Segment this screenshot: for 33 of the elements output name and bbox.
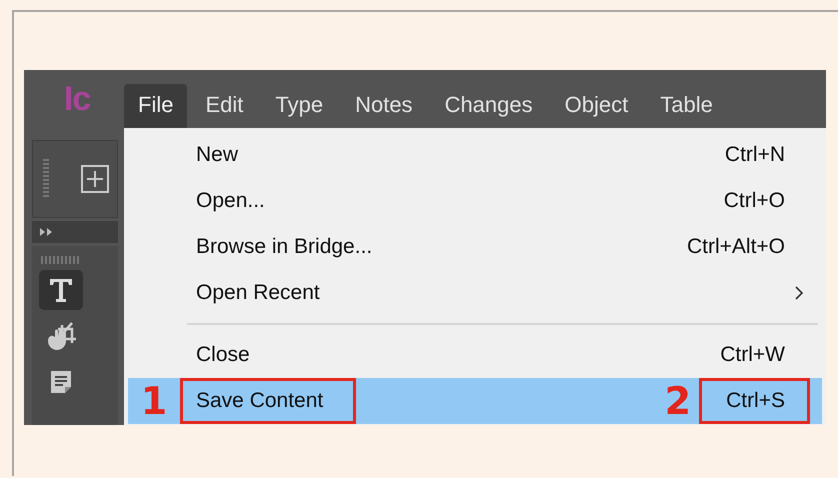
chevron-right-icon — [795, 286, 804, 300]
menu-bar-item[interactable]: Object — [550, 84, 642, 128]
menu-item-label: Open... — [196, 189, 265, 212]
menu-item-label: Save Content — [196, 389, 324, 413]
menu-item-label: Open Recent — [196, 281, 320, 304]
menu-bar-item[interactable]: Table — [646, 84, 727, 128]
shortcut-text: Ctrl+W — [720, 343, 785, 366]
callout-number: 1 — [140, 379, 168, 423]
callout-number: 2 — [664, 379, 692, 423]
menu-bar-item[interactable]: Changes — [430, 84, 547, 128]
menu-bar-item[interactable]: File — [124, 84, 188, 128]
shortcut-text: Ctrl+S — [726, 389, 785, 413]
shortcut-text: Ctrl+N — [724, 143, 785, 166]
menu-item[interactable]: Browse in Bridge... Ctrl+Alt+O — [128, 224, 822, 270]
grip-icon — [41, 256, 81, 264]
menu-item[interactable]: Open... Ctrl+O — [128, 178, 822, 224]
text-tool-icon[interactable] — [39, 270, 83, 310]
menu-item[interactable]: New Ctrl+N — [128, 132, 822, 178]
shortcut-text: Ctrl+O — [724, 189, 785, 212]
menu-item-label: New — [196, 143, 238, 166]
menu-bar-item[interactable]: Notes — [341, 84, 427, 128]
menu-bar-item[interactable]: Edit — [191, 84, 258, 128]
menu-item[interactable]: Open Recent — [128, 270, 822, 316]
menu-bar-item[interactable]: Type — [261, 84, 338, 128]
expand-icon[interactable] — [40, 227, 54, 237]
shortcut-text: Ctrl+Alt+O — [686, 235, 785, 258]
app-logo: Ic — [64, 80, 90, 118]
menu-item[interactable]: 1 Save Content 2 Ctrl+S — [128, 378, 822, 424]
add-icon[interactable] — [81, 165, 109, 193]
menu-item[interactable]: Close Ctrl+W — [128, 332, 822, 378]
menu-item-label: Close — [196, 343, 250, 366]
grip-icon — [43, 159, 51, 199]
menu-item-label: Browse in Bridge... — [196, 235, 372, 258]
